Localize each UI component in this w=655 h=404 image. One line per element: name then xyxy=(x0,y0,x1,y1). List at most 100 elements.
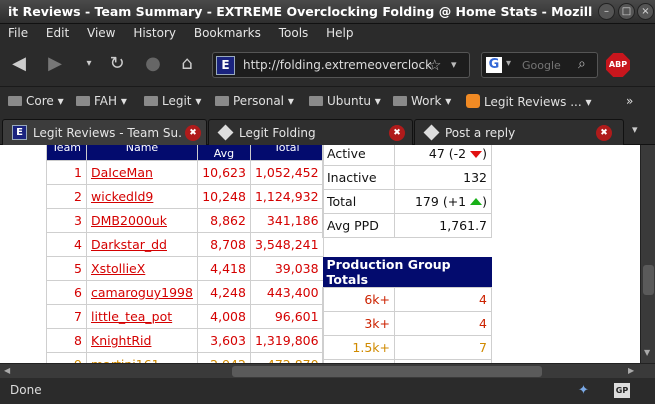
close-tab-icon[interactable]: ✖ xyxy=(185,125,201,141)
legit-diamond-favicon xyxy=(217,124,234,141)
production-row: 3k+ 4 xyxy=(322,311,492,336)
production-group-totals-table: Production Group Totals 6k+43k+41.5k+780… xyxy=(322,257,492,363)
vertical-scroll-thumb[interactable] xyxy=(643,265,654,295)
site-identity-icon[interactable]: E xyxy=(216,56,235,75)
total-cell: 1,124,932 xyxy=(249,184,324,209)
trend-up-icon xyxy=(470,198,483,205)
table-row: 6 camaroguy1998 4,248 443,400 xyxy=(46,280,324,305)
bookmark-folder-core[interactable]: Core ▾ xyxy=(8,94,64,108)
tab-post-a-reply[interactable]: Post a reply ✖ xyxy=(414,119,624,145)
tab-legit-reviews[interactable]: E Legit Reviews - Team Su... ✖ xyxy=(2,119,207,145)
reload-icon[interactable]: ↻ xyxy=(104,53,130,77)
stop-icon[interactable]: ● xyxy=(140,53,166,77)
menu-history[interactable]: History xyxy=(125,24,182,40)
rank-cell: 3 xyxy=(46,208,87,233)
legit-diamond-favicon xyxy=(423,124,440,141)
total-cell: 1,319,806 xyxy=(249,328,324,353)
history-dropdown-icon[interactable]: ▾ xyxy=(76,53,102,77)
horizontal-scrollbar[interactable]: ◀ ▶ xyxy=(0,363,655,378)
close-tab-icon[interactable]: ✖ xyxy=(389,125,405,141)
total-cell: 443,400 xyxy=(249,280,324,305)
folder-icon xyxy=(144,96,158,106)
status-bar: Done ✦ GP xyxy=(0,378,655,404)
search-icon[interactable]: ⌕ xyxy=(578,56,586,72)
member-link[interactable]: XstollieX xyxy=(91,261,145,276)
rss-icon xyxy=(466,94,480,108)
member-link[interactable]: wickedld9 xyxy=(91,189,153,204)
member-link[interactable]: camaroguy1998 xyxy=(91,285,193,300)
member-link[interactable]: DMB2000uk xyxy=(91,213,167,228)
production-row: 6k+ 4 xyxy=(322,287,492,312)
member-link[interactable]: KnightRid xyxy=(91,333,151,348)
bookmarks-overflow-icon[interactable]: » xyxy=(626,94,633,108)
column-header-total[interactable]: Total xyxy=(249,145,324,161)
member-stats-table: Active 47 (-2 ) Inactive 132 Total 179 (… xyxy=(322,145,492,238)
home-icon[interactable]: ⌂ xyxy=(174,53,200,77)
ppd-cell: 4,248 xyxy=(196,280,251,305)
member-link[interactable]: little_tea_pot xyxy=(91,309,172,324)
bookmark-folder-work[interactable]: Work ▾ xyxy=(393,94,451,108)
table-row: 8 KnightRid 3,603 1,319,806 xyxy=(46,328,324,353)
production-value: 4 xyxy=(394,287,492,312)
column-header-name[interactable]: Name xyxy=(86,145,198,161)
total-cell: 39,038 xyxy=(249,256,324,281)
ppd-cell: 10,623 xyxy=(196,160,251,185)
horizontal-scroll-thumb[interactable] xyxy=(232,366,542,377)
stats-row-inactive: Inactive 132 xyxy=(322,165,492,190)
gp-addon-icon[interactable]: GP xyxy=(614,383,630,398)
scroll-left-icon[interactable]: ◀ xyxy=(4,366,10,375)
scroll-right-icon[interactable]: ▶ xyxy=(628,366,634,375)
bookmark-legit-reviews[interactable]: Legit Reviews ... ▾ xyxy=(466,94,592,109)
rank-cell: 7 xyxy=(46,304,87,329)
url-dropdown-icon[interactable]: ▾ xyxy=(451,58,457,71)
folder-icon xyxy=(215,96,229,106)
menu-file[interactable]: File xyxy=(0,24,34,40)
back-icon[interactable]: ◀ xyxy=(6,53,32,77)
ppd-cell: 2,942 xyxy=(196,352,251,363)
url-text[interactable]: http://folding.extremeoverclocking xyxy=(243,58,431,72)
bookmark-folder-ubuntu[interactable]: Ubuntu ▾ xyxy=(309,94,381,108)
menu-bookmarks[interactable]: Bookmarks xyxy=(186,24,267,40)
close-window-icon[interactable]: × xyxy=(637,3,654,20)
production-label: 1.5k+ xyxy=(322,335,395,360)
trend-down-icon xyxy=(470,151,483,158)
url-bar[interactable]: E http://folding.extremeoverclocking ☆ ▾ xyxy=(212,52,470,78)
ppd-cell: 8,708 xyxy=(196,232,251,257)
google-icon[interactable]: G xyxy=(486,57,502,73)
search-engine-dropdown-icon[interactable]: ▾ xyxy=(506,58,511,69)
search-input[interactable] xyxy=(522,57,577,73)
name-cell: camaroguy1998 xyxy=(86,280,198,305)
window-title: it Reviews - Team Summary - EXTREME Over… xyxy=(8,4,593,19)
column-header-24hr-avg[interactable]: 24hr Avg xyxy=(196,145,251,161)
status-text: Done xyxy=(10,383,42,397)
production-row: 1.5k+ 7 xyxy=(322,335,492,360)
bookmark-folder-personal[interactable]: Personal ▾ xyxy=(215,94,294,108)
menu-help[interactable]: Help xyxy=(318,24,359,40)
bookmark-star-icon[interactable]: ☆ xyxy=(428,56,441,74)
member-link[interactable]: Darkstar_dd xyxy=(91,237,167,252)
production-group-title: Production Group Totals xyxy=(322,257,492,288)
stats-row-active: Active 47 (-2 ) xyxy=(322,145,492,166)
tab-legit-folding[interactable]: Legit Folding ✖ xyxy=(208,119,413,145)
minimize-icon[interactable]: – xyxy=(598,3,615,20)
name-cell: little_tea_pot xyxy=(86,304,198,329)
addon-puzzle-icon[interactable]: ✦ xyxy=(578,383,594,398)
member-link[interactable]: DaIceMan xyxy=(91,165,153,180)
menu-tools[interactable]: Tools xyxy=(271,24,315,40)
menu-edit[interactable]: Edit xyxy=(38,24,75,40)
scroll-down-icon[interactable]: ▼ xyxy=(644,348,650,357)
column-header-team[interactable]: Team xyxy=(46,145,87,161)
list-all-tabs-icon[interactable]: ▾ xyxy=(632,123,638,136)
search-bar[interactable]: G ▾ ⌕ xyxy=(481,52,598,78)
bookmark-folder-legit[interactable]: Legit ▾ xyxy=(144,94,201,108)
total-cell: 341,186 xyxy=(249,208,324,233)
name-cell: wickedld9 xyxy=(86,184,198,209)
forward-icon[interactable]: ▶ xyxy=(42,53,68,77)
bookmark-folder-fah[interactable]: FAH ▾ xyxy=(76,94,127,108)
close-tab-icon[interactable]: ✖ xyxy=(596,125,612,141)
menu-view[interactable]: View xyxy=(79,24,121,40)
vertical-scrollbar[interactable]: ▼ xyxy=(640,145,655,363)
ppd-cell: 4,008 xyxy=(196,304,251,329)
maximize-icon[interactable]: □ xyxy=(618,3,635,20)
total-cell: 472,870 xyxy=(249,352,324,363)
